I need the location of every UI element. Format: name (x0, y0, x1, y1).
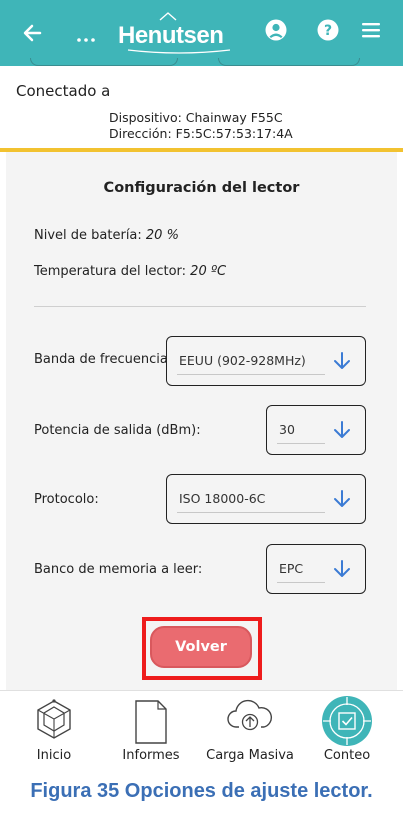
nav-item-carga-masiva[interactable]: Carga Masiva (200, 691, 300, 765)
reader-config-panel: Configuración del lector Nivel de baterí… (6, 152, 397, 690)
logo-text: Henutsen (118, 22, 224, 49)
connection-info: Conectado a Dispositivo: Chainway F55C D… (0, 66, 403, 150)
home-cube-icon (37, 699, 71, 739)
battery-label: Nivel de batería: (34, 228, 146, 243)
protocol-value: ISO 18000-6C (179, 491, 266, 506)
reader-temperature: Temperatura del lector: 20 ºC (34, 264, 226, 279)
figure-caption: Figura 35 Opciones de ajuste lector. (30, 780, 373, 802)
nav-label-inicio: Inicio (36, 748, 72, 763)
nav-label-carga-masiva: Carga Masiva (206, 748, 294, 763)
battery-level: Nivel de batería: 20 % (34, 228, 179, 243)
scrolled-button-edge-left (30, 58, 178, 66)
user-circle-icon[interactable] (264, 18, 288, 42)
app-header: Henutsen ? (0, 0, 403, 66)
frequency-band-select[interactable]: EEUU (902-928MHz) (166, 336, 366, 386)
memory-bank-label: Banco de memoria a leer: (34, 562, 203, 577)
henutsen-logo: Henutsen (118, 12, 240, 54)
scrolled-button-edge-right (218, 58, 360, 66)
svg-text:?: ? (324, 23, 332, 39)
nav-label-informes: Informes (122, 748, 180, 763)
protocol-label: Protocolo: (34, 492, 99, 507)
scan-target-icon (322, 696, 372, 746)
more-options-icon[interactable] (74, 18, 98, 48)
device-name: Dispositivo: Chainway F55C (109, 110, 283, 125)
nav-item-informes[interactable]: Informes (114, 691, 188, 765)
document-icon (135, 700, 167, 744)
frequency-band-label: Banda de frecuencia: (34, 352, 173, 367)
nav-item-inicio[interactable]: Inicio (18, 691, 90, 765)
chevron-down-icon (334, 560, 350, 577)
protocol-select[interactable]: ISO 18000-6C (166, 474, 366, 524)
panel-title: Configuración del lector (103, 180, 300, 196)
frequency-band-value: EEUU (902-928MHz) (179, 353, 306, 368)
battery-value: 20 % (145, 228, 179, 243)
memory-bank-select[interactable]: EPC (266, 544, 366, 594)
chevron-down-icon (334, 352, 350, 369)
nav-item-conteo[interactable]: Conteo (312, 691, 382, 765)
output-power-select[interactable]: 30 (266, 405, 366, 455)
connected-label: Conectado a (16, 82, 111, 100)
section-divider (34, 306, 366, 307)
back-arrow-icon[interactable] (22, 18, 44, 48)
temperature-label: Temperatura del lector: (34, 264, 191, 279)
device-address: Dirección: F5:5C:57:53:17:4A (109, 126, 293, 141)
chevron-down-icon (334, 490, 350, 507)
nav-label-conteo: Conteo (323, 748, 371, 763)
chevron-down-icon (334, 421, 350, 438)
help-icon[interactable]: ? (316, 18, 340, 42)
memory-bank-value: EPC (279, 561, 304, 576)
cloud-upload-icon (227, 699, 273, 731)
temperature-value: 20 ºC (190, 264, 227, 279)
output-power-value: 30 (279, 422, 295, 437)
hamburger-menu-icon[interactable] (360, 18, 382, 42)
back-button[interactable]: Volver (150, 626, 252, 668)
output-power-label: Potencia de salida (dBm): (34, 423, 201, 438)
bottom-navigation: Inicio Informes Carga Masiva Conteo (0, 690, 403, 764)
